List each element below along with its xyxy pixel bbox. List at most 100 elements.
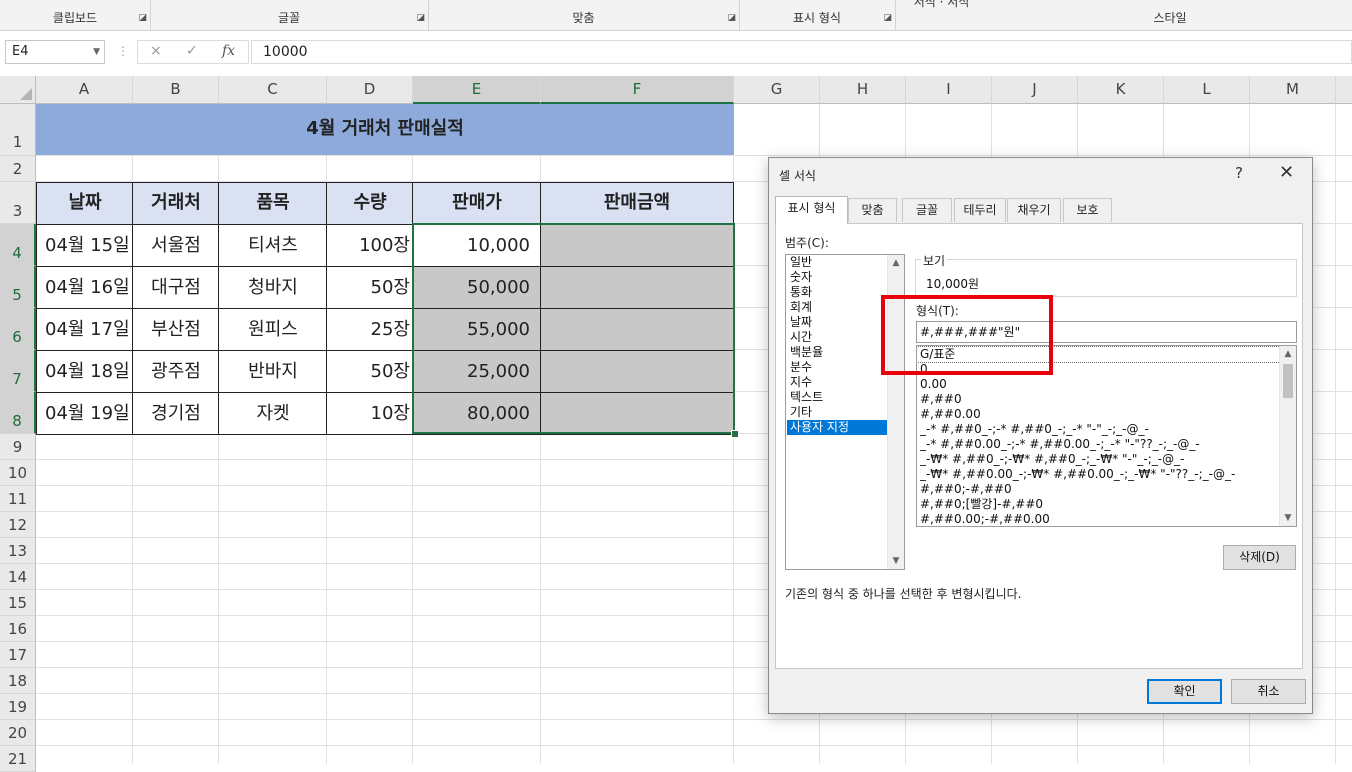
close-icon[interactable]: ✕ (1279, 162, 1294, 183)
chevron-down-icon[interactable]: ▼ (93, 41, 100, 63)
header-cell-item[interactable]: 품목 (218, 182, 328, 225)
row-header-6[interactable]: 6 (0, 308, 36, 350)
table-cell-quantity[interactable]: 10장 (326, 392, 414, 435)
list-item[interactable]: #,##0.00 (917, 407, 1280, 422)
table-cell-client[interactable]: 서울점 (132, 224, 220, 267)
fx-icon[interactable]: fx (222, 43, 235, 59)
chevron-up-icon[interactable]: ▲ (1280, 346, 1296, 362)
list-item[interactable]: 회계 (787, 300, 890, 315)
column-header-n[interactable] (1336, 76, 1352, 104)
tab-border[interactable]: 테두리 (954, 198, 1006, 222)
table-cell-client[interactable]: 대구점 (132, 266, 220, 309)
row-header-2[interactable]: 2 (0, 156, 36, 182)
header-cell-price[interactable]: 판매가 (412, 182, 542, 225)
table-cell-item[interactable]: 티셔츠 (218, 224, 328, 267)
table-cell-date[interactable]: 04월 16일 (36, 266, 134, 309)
table-cell-amount[interactable] (540, 350, 734, 393)
column-header-l[interactable]: L (1164, 76, 1250, 104)
list-item[interactable]: #,##0;-#,##0 (917, 482, 1280, 497)
table-cell-item[interactable]: 원피스 (218, 308, 328, 351)
tab-font[interactable]: 글꼴 (902, 198, 952, 222)
dialog-launcher-icon[interactable]: ◪ (727, 13, 736, 23)
column-header-j[interactable]: J (992, 76, 1078, 104)
row-header-9[interactable]: 9 (0, 434, 36, 460)
table-title-cell[interactable]: 4월 거래처 판매실적 (36, 104, 734, 155)
table-cell-date[interactable]: 04월 15일 (36, 224, 134, 267)
table-cell-quantity[interactable]: 100장 (326, 224, 414, 267)
column-header-f[interactable]: F (541, 76, 734, 104)
list-item[interactable]: 날짜 (787, 315, 890, 330)
list-item[interactable]: 지수 (787, 375, 890, 390)
column-header-c[interactable]: C (219, 76, 327, 104)
list-item[interactable]: 분수 (787, 360, 890, 375)
chevron-down-icon[interactable]: ▼ (1280, 510, 1296, 526)
table-cell-date[interactable]: 04월 19일 (36, 392, 134, 435)
row-header-21[interactable]: 21 (0, 746, 36, 772)
scrollbar-thumb[interactable] (1283, 364, 1293, 398)
column-header-h[interactable]: H (820, 76, 906, 104)
list-item[interactable]: #,##0.00;-#,##0.00 (917, 512, 1280, 526)
format-scrollbar[interactable]: ▲ ▼ (1279, 346, 1296, 526)
delete-button[interactable]: 삭제(D) (1223, 545, 1296, 570)
cancel-button[interactable]: 취소 (1231, 679, 1306, 704)
tab-fill[interactable]: 채우기 (1007, 198, 1061, 222)
list-item-selected[interactable]: 사용자 지정 (787, 420, 890, 435)
table-cell-price[interactable]: 25,000 (412, 350, 542, 393)
list-item[interactable]: 일반 (787, 255, 890, 270)
table-cell-amount[interactable] (540, 224, 734, 267)
table-cell-price[interactable]: 55,000 (412, 308, 542, 351)
name-box[interactable]: E4 ▼ (5, 40, 105, 64)
column-header-i[interactable]: I (906, 76, 992, 104)
list-item[interactable]: #,##0 (917, 392, 1280, 407)
table-cell-date[interactable]: 04월 18일 (36, 350, 134, 393)
row-header-18[interactable]: 18 (0, 668, 36, 694)
column-header-e[interactable]: E (413, 76, 541, 104)
header-cell-date[interactable]: 날짜 (36, 182, 134, 225)
table-cell-item[interactable]: 자켓 (218, 392, 328, 435)
row-header-4[interactable]: 4 (0, 224, 36, 266)
header-cell-client[interactable]: 거래처 (132, 182, 220, 225)
table-cell-price[interactable]: 50,000 (412, 266, 542, 309)
select-all-corner[interactable] (0, 76, 36, 104)
list-item[interactable]: 통화 (787, 285, 890, 300)
list-item[interactable]: 숫자 (787, 270, 890, 285)
row-header-17[interactable]: 17 (0, 642, 36, 668)
column-header-a[interactable]: A (36, 76, 133, 104)
cancel-icon[interactable]: × (150, 43, 162, 59)
table-cell-date[interactable]: 04월 17일 (36, 308, 134, 351)
row-header-19[interactable]: 19 (0, 694, 36, 720)
header-cell-quantity[interactable]: 수량 (326, 182, 414, 225)
column-header-k[interactable]: K (1078, 76, 1164, 104)
table-cell-amount[interactable] (540, 266, 734, 309)
column-header-m[interactable]: M (1250, 76, 1336, 104)
list-item[interactable]: _-₩* #,##0_-;-₩* #,##0_-;_-₩* "-"_-;_-@_… (917, 452, 1280, 467)
row-header-11[interactable]: 11 (0, 486, 36, 512)
row-header-8[interactable]: 8 (0, 392, 36, 434)
dialog-launcher-icon[interactable]: ◪ (883, 13, 892, 23)
table-cell-client[interactable]: 부산점 (132, 308, 220, 351)
list-item[interactable]: #,##0;[빨강]-#,##0 (917, 497, 1280, 512)
column-header-d[interactable]: D (327, 76, 413, 104)
row-header-12[interactable]: 12 (0, 512, 36, 538)
table-cell-client[interactable]: 광주점 (132, 350, 220, 393)
row-header-10[interactable]: 10 (0, 460, 36, 486)
list-item[interactable]: 기타 (787, 405, 890, 420)
column-header-g[interactable]: G (734, 76, 820, 104)
table-cell-amount[interactable] (540, 308, 734, 351)
row-header-3[interactable]: 3 (0, 182, 36, 224)
row-header-20[interactable]: 20 (0, 720, 36, 746)
list-item[interactable]: _-* #,##0_-;-* #,##0_-;_-* "-"_-;_-@_- (917, 422, 1280, 437)
row-header-7[interactable]: 7 (0, 350, 36, 392)
table-cell-price[interactable]: 80,000 (412, 392, 542, 435)
ok-button[interactable]: 확인 (1147, 679, 1222, 704)
enter-icon[interactable]: ✓ (186, 43, 198, 59)
chevron-up-icon[interactable]: ▲ (888, 255, 904, 271)
tab-protection[interactable]: 보호 (1063, 198, 1112, 222)
row-header-16[interactable]: 16 (0, 616, 36, 642)
list-item[interactable]: 시간 (787, 330, 890, 345)
list-item[interactable]: 0.00 (917, 377, 1280, 392)
table-cell-quantity[interactable]: 50장 (326, 350, 414, 393)
list-item[interactable]: _-* #,##0.00_-;-* #,##0.00_-;_-* "-"??_-… (917, 437, 1280, 452)
table-cell-client[interactable]: 경기점 (132, 392, 220, 435)
row-header-5[interactable]: 5 (0, 266, 36, 308)
